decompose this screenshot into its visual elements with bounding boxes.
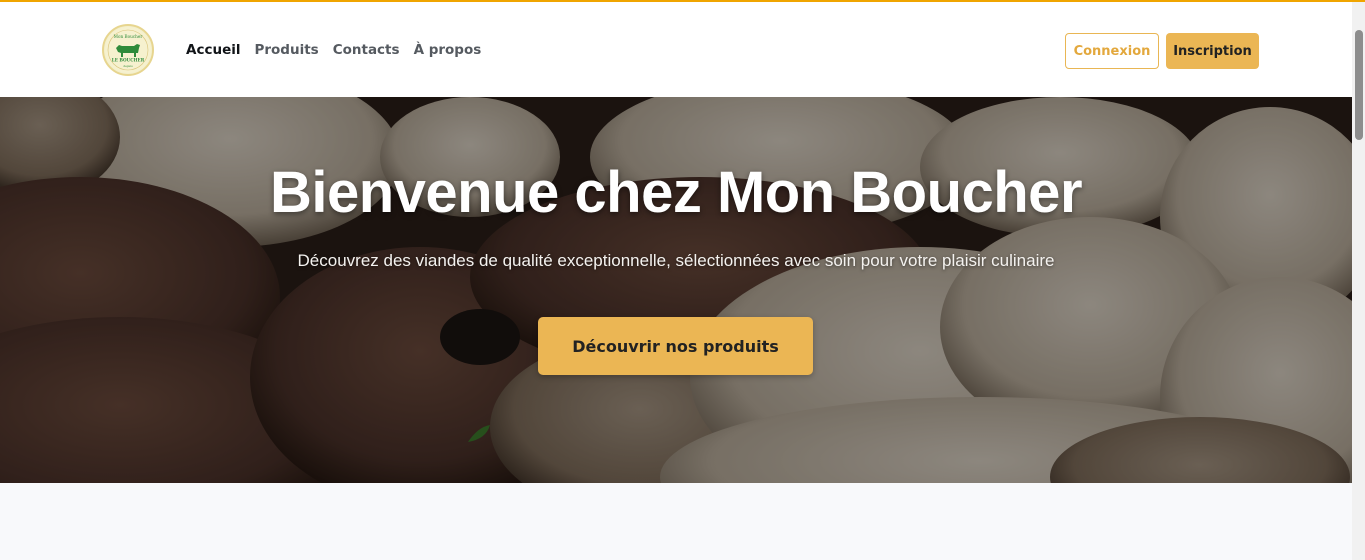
logo-top-text: Mon Boucher bbox=[114, 34, 143, 39]
scrollbar-thumb[interactable] bbox=[1355, 30, 1363, 140]
nav-item-a-propos[interactable]: À propos bbox=[414, 42, 482, 58]
hero-subtitle: Découvrez des viandes de qualité excepti… bbox=[297, 251, 1055, 270]
discover-products-button[interactable]: Découvrir nos produits bbox=[538, 317, 813, 375]
page-scrollbar[interactable] bbox=[1352, 2, 1365, 560]
logo-mid-text: LE BOUCHER bbox=[112, 58, 145, 63]
hero-title: Bienvenue chez Mon Boucher bbox=[269, 160, 1083, 225]
main-nav: Accueil Produits Contacts À propos bbox=[186, 42, 481, 58]
navbar: Mon Boucher LE BOUCHER depuis Accueil Pr… bbox=[0, 2, 1352, 97]
nav-item-accueil[interactable]: Accueil bbox=[186, 42, 240, 58]
nav-item-contacts[interactable]: Contacts bbox=[333, 42, 400, 58]
hero-section: Bienvenue chez Mon Boucher Découvrez des… bbox=[0, 97, 1352, 483]
signup-button[interactable]: Inscription bbox=[1166, 33, 1259, 69]
content-section bbox=[0, 483, 1352, 560]
hero-overlay bbox=[0, 97, 1352, 483]
nav-item-produits[interactable]: Produits bbox=[254, 42, 318, 58]
login-button[interactable]: Connexion bbox=[1065, 33, 1159, 69]
logo-bottom-text: depuis bbox=[123, 64, 133, 68]
brand-logo[interactable]: Mon Boucher LE BOUCHER depuis bbox=[102, 24, 154, 76]
